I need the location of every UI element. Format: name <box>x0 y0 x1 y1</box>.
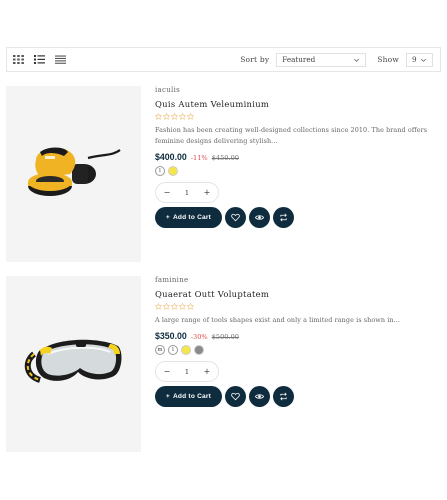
chevron-down-icon <box>354 58 360 62</box>
rating-stars <box>155 303 435 312</box>
product-title[interactable]: Quis Autem Veleuminium <box>155 99 435 109</box>
product-category[interactable]: faminine <box>155 276 435 284</box>
plus-icon: + <box>165 214 170 221</box>
star-icon <box>163 303 170 310</box>
quantity-increase-button[interactable]: + <box>202 188 212 197</box>
variant-swatches: m l <box>155 345 435 355</box>
star-icon <box>171 113 178 120</box>
star-icon <box>155 303 162 310</box>
product-title[interactable]: Quaerat Outt Voluptatem <box>155 289 435 299</box>
product-info: iaculis Quis Autem Veleuminium Fashion h… <box>155 86 435 228</box>
quantity-decrease-button[interactable]: − <box>162 367 172 376</box>
chevron-down-icon <box>421 58 426 62</box>
quantity-value[interactable]: 1 <box>185 189 189 197</box>
show-label: Show <box>377 55 399 64</box>
price-row: $350.00 -30% $500.00 <box>155 331 435 341</box>
star-icon <box>179 113 186 120</box>
quantity-decrease-button[interactable]: − <box>162 188 172 197</box>
wishlist-button[interactable] <box>225 207 246 228</box>
compare-arrows-icon <box>280 392 287 401</box>
discount-badge: -11% <box>190 154 208 162</box>
current-price: $400.00 <box>155 152 187 162</box>
safety-goggles-image <box>24 339 122 383</box>
color-swatch-yellow[interactable] <box>181 345 191 355</box>
color-swatch-yellow[interactable] <box>168 166 178 176</box>
show-count-select[interactable]: 9 <box>406 52 433 67</box>
quantity-value[interactable]: 1 <box>185 368 189 376</box>
add-to-cart-button[interactable]: + Add to Cart <box>155 207 222 228</box>
star-icon <box>187 113 194 120</box>
rating-stars <box>155 113 435 122</box>
compact-list-view-icon[interactable] <box>55 55 66 64</box>
wishlist-button[interactable] <box>225 386 246 407</box>
quantity-stepper: − 1 + <box>155 182 219 203</box>
compare-arrows-icon <box>280 213 287 222</box>
add-to-cart-label: Add to Cart <box>172 214 212 221</box>
compare-button[interactable] <box>273 386 294 407</box>
sort-select[interactable]: Featured <box>276 52 367 67</box>
sort-select-value: Featured <box>282 55 316 64</box>
product-actions: + Add to Cart <box>155 207 435 228</box>
view-mode-switcher <box>13 55 66 64</box>
product-image[interactable] <box>6 86 141 262</box>
add-to-cart-label: Add to Cart <box>172 393 212 400</box>
product-actions: + Add to Cart <box>155 386 435 407</box>
eye-icon <box>255 215 264 220</box>
size-swatch-l[interactable]: l <box>155 166 165 176</box>
quantity-increase-button[interactable]: + <box>202 367 212 376</box>
size-swatch-l[interactable]: l <box>168 345 178 355</box>
heart-icon <box>231 213 240 222</box>
random-orbit-sander-image <box>28 147 121 196</box>
star-icon <box>163 113 170 120</box>
star-icon <box>155 113 162 120</box>
discount-badge: -30% <box>190 333 208 341</box>
current-price: $350.00 <box>155 331 187 341</box>
show-count-value: 9 <box>412 55 417 64</box>
product-image[interactable] <box>6 276 141 452</box>
list-view-icon[interactable] <box>34 55 45 64</box>
quick-view-button[interactable] <box>249 207 270 228</box>
price-row: $400.00 -11% $450.00 <box>155 152 435 162</box>
compare-button[interactable] <box>273 207 294 228</box>
add-to-cart-button[interactable]: + Add to Cart <box>155 386 222 407</box>
star-icon <box>187 303 194 310</box>
product-description: A large range of tools shapes exist and … <box>155 316 400 324</box>
sort-by-label: Sort by <box>240 55 270 64</box>
eye-icon <box>255 394 264 399</box>
product-description: Fashion has been creating well-designed … <box>155 126 428 145</box>
color-swatch-gray[interactable] <box>194 345 204 355</box>
old-price: $450.00 <box>211 154 239 162</box>
star-icon <box>171 303 178 310</box>
old-price: $500.00 <box>211 333 239 341</box>
heart-icon <box>231 392 240 401</box>
size-swatch-m[interactable]: m <box>155 345 165 355</box>
toolbar-controls: Sort by Featured Show 9 <box>240 52 440 67</box>
quick-view-button[interactable] <box>249 386 270 407</box>
product-info: faminine Quaerat Outt Voluptatem A large… <box>155 276 435 407</box>
product-list-toolbar: Sort by Featured Show 9 <box>6 47 441 72</box>
plus-icon: + <box>165 393 170 400</box>
grid-view-icon[interactable] <box>13 55 24 64</box>
product-category[interactable]: iaculis <box>155 86 435 94</box>
variant-swatches: l <box>155 166 435 176</box>
star-icon <box>179 303 186 310</box>
quantity-stepper: − 1 + <box>155 361 219 382</box>
